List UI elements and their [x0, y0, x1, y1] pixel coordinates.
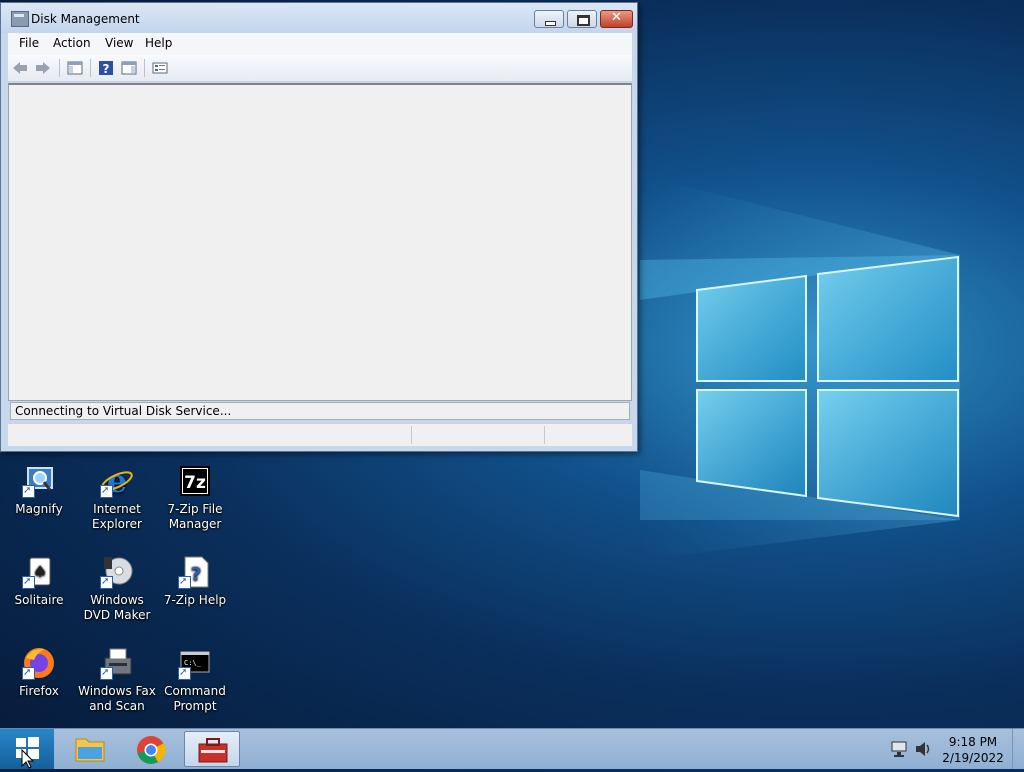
desktop-icon-command-prompt[interactable]: C:\_ Command Prompt: [156, 640, 234, 714]
shortcut-arrow-icon: [100, 665, 113, 680]
svg-text:7z: 7z: [184, 473, 206, 493]
fax-scanner-icon: [100, 646, 134, 680]
desktop-icon-7zip-file-manager[interactable]: 7z 7-Zip File Manager: [156, 458, 234, 532]
desktop-icon-internet-explorer[interactable]: e Internet Explorer: [78, 458, 156, 532]
disk-management-icon: [11, 11, 29, 27]
back-arrow-icon[interactable]: [12, 60, 28, 76]
close-icon: ✕: [611, 10, 622, 25]
clock-date: 2/19/2022: [942, 751, 1004, 765]
minimize-button[interactable]: [534, 10, 564, 28]
desktop-icon-label: Firefox: [19, 684, 59, 698]
start-button[interactable]: [0, 729, 54, 769]
desktop-icon-label: Internet Explorer: [92, 502, 142, 531]
network-icon[interactable]: [890, 740, 910, 758]
maximize-button[interactable]: [567, 10, 597, 28]
menu-bar: File Action View Help: [8, 33, 632, 55]
windows-start-icon: [16, 737, 39, 769]
status-bar-divider: [544, 426, 545, 444]
desktop-icon-windows-fax-and-scan[interactable]: Windows Fax and Scan: [78, 640, 156, 714]
windows-logo: [696, 255, 959, 518]
shortcut-arrow-icon: [100, 483, 113, 498]
volume-icon[interactable]: [914, 740, 934, 758]
file-explorer-icon: [75, 738, 105, 762]
toolbar-separator: [90, 59, 91, 77]
show-desktop-button[interactable]: [1012, 729, 1024, 769]
desktop-icon-label: Windows Fax and Scan: [78, 684, 156, 713]
desktop-icon-label: Magnify: [15, 502, 63, 516]
taskbar-file-explorer[interactable]: [62, 731, 118, 767]
status-bar-divider: [411, 426, 412, 444]
taskbar-disk-management[interactable]: [184, 731, 240, 767]
forward-arrow-icon[interactable]: [35, 60, 51, 76]
shortcut-arrow-icon: [22, 574, 35, 589]
help-document-icon: ?: [178, 555, 212, 589]
svg-text:?: ?: [103, 62, 110, 76]
cards-icon: ♠: [22, 555, 56, 589]
desktop-icon-windows-dvd-maker[interactable]: Windows DVD Maker: [78, 549, 156, 623]
disk-management-window[interactable]: Disk Management ✕ File Action View Help …: [0, 2, 638, 452]
toolbar: ?: [8, 55, 632, 82]
status-bar: [8, 423, 632, 446]
clock-time: 9:18 PM: [948, 735, 998, 749]
svg-text:?: ?: [191, 564, 201, 585]
desktop-icon-7zip-help[interactable]: ? 7-Zip Help: [156, 549, 234, 608]
magnifier-icon: [22, 464, 56, 498]
desktop-icon-label: 7-Zip Help: [163, 593, 227, 607]
shortcut-arrow-icon: [178, 665, 191, 680]
desktop-icon-label: Command Prompt: [164, 684, 226, 713]
show-hide-console-tree-icon[interactable]: [67, 60, 83, 76]
desktop-icon-magnify[interactable]: Magnify: [0, 458, 78, 517]
firefox-icon: [22, 646, 56, 680]
clock[interactable]: 9:18 PM 2/19/2022: [940, 734, 1006, 766]
status-text: Connecting to Virtual Disk Service...: [15, 404, 232, 418]
taskbar-chrome[interactable]: [123, 731, 179, 767]
desktop-icon-firefox[interactable]: Firefox: [0, 640, 78, 699]
menu-file[interactable]: File: [19, 36, 39, 50]
internet-explorer-icon: e: [100, 462, 134, 500]
show-action-pane-icon[interactable]: [121, 60, 137, 76]
menu-view[interactable]: View: [105, 36, 133, 50]
shortcut-arrow-icon: [100, 574, 113, 589]
desktop-icon-solitaire[interactable]: ♠ Solitaire: [0, 549, 78, 608]
toolbar-separator: [59, 59, 60, 77]
desktop-icon-label: Windows DVD Maker: [83, 593, 151, 622]
properties-icon[interactable]: [152, 60, 168, 76]
desktop-icon-label: 7-Zip File Manager: [167, 502, 223, 531]
menu-action[interactable]: Action: [53, 36, 91, 50]
chrome-icon: [137, 736, 166, 764]
close-button[interactable]: ✕: [600, 10, 633, 28]
status-message: Connecting to Virtual Disk Service...: [10, 402, 630, 420]
disk-management-icon: [198, 738, 228, 763]
terminal-icon: C:\_: [178, 646, 212, 680]
7zip-icon: 7z: [178, 464, 212, 498]
shortcut-arrow-icon: [178, 574, 191, 589]
title-bar[interactable]: Disk Management ✕: [1, 3, 637, 33]
disk-management-content-pane[interactable]: [8, 83, 632, 401]
taskbar: 9:18 PM 2/19/2022: [0, 728, 1024, 769]
shortcut-arrow-icon: [22, 483, 35, 498]
toolbar-separator: [144, 59, 145, 77]
window-title: Disk Management: [31, 12, 140, 26]
shortcut-arrow-icon: [22, 665, 35, 680]
help-icon[interactable]: ?: [98, 60, 114, 76]
desktop-icon-label: Solitaire: [14, 593, 64, 607]
dvd-disc-icon: [100, 555, 134, 589]
menu-help[interactable]: Help: [145, 36, 172, 50]
